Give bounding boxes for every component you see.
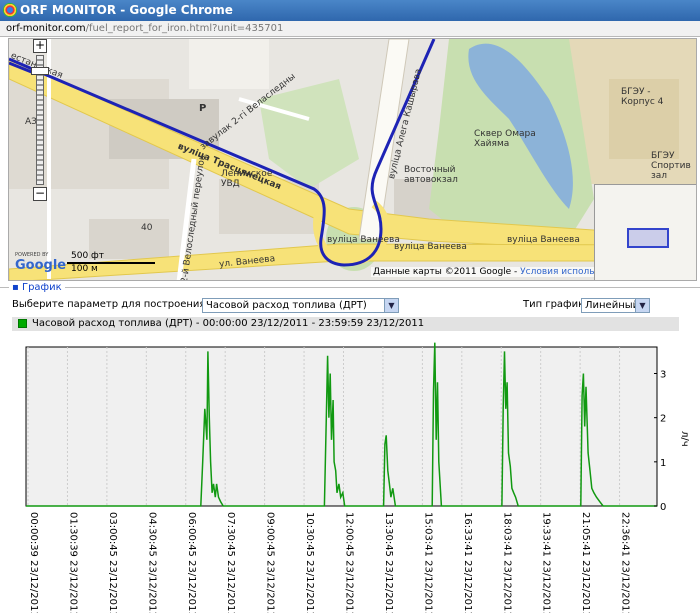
x-tick-label: 16:33:41 23/12/2011: [462, 512, 473, 613]
chrome-icon: [3, 3, 17, 17]
x-tick-label: 18:03:41 23/12/2011: [501, 512, 512, 613]
y-axis-label: л/ч: [679, 431, 690, 447]
map-label-vaneeva-4: вуліца Ванеева: [507, 235, 580, 245]
x-tick-label: 03:00:45 23/12/2011: [107, 512, 118, 613]
map-label-vaneeva-2: вуліца Ванеева: [327, 235, 400, 245]
param-select-value: Часовой расход топлива (ДРТ): [206, 300, 367, 311]
map[interactable]: вуліца Трасцянецкая естанецкая ул. Ванее…: [8, 38, 697, 281]
x-tick-label: 07:30:45 23/12/2011: [225, 512, 236, 613]
x-tick-label: 15:03:41 23/12/2011: [422, 512, 433, 613]
chevron-down-icon[interactable]: ▼: [384, 299, 398, 312]
plot-area: [25, 346, 658, 507]
fuel-chart: 0 1 2 3 л/ч 00:00:39 23/12/2011 01:30:39 23/…: [25, 342, 690, 613]
scale-m: 100 м: [71, 264, 98, 274]
google-logo: POWERED BY Google: [15, 252, 66, 273]
x-tick-label: 01:30:39 23/12/2011: [67, 512, 78, 613]
zoom-thumb[interactable]: [31, 67, 49, 75]
y-tick-label: 3: [660, 370, 666, 381]
map-label-bgeu4: БГЭУ - Корпус 4: [621, 87, 664, 107]
zoom-control: + −: [31, 39, 49, 244]
param-select[interactable]: Часовой расход топлива (ДРТ) ▼: [202, 298, 399, 313]
map-label-vaneeva-3: вуліца Ванеева: [394, 242, 467, 252]
x-axis: 00:00:39 23/12/2011 01:30:39 23/12/2011 03…: [28, 512, 631, 613]
legend-text: Часовой расход топлива (ДРТ) - 00:00:00 …: [32, 318, 425, 329]
graph-tab[interactable]: ▪ График: [9, 282, 65, 293]
section-divider: [0, 287, 700, 288]
y-tick-label: 2: [660, 414, 666, 425]
scale-ft: 500 фт: [71, 251, 104, 261]
map-label-bgeu-sport: БГЭУ Спортив зал: [651, 151, 691, 181]
chart-type-select[interactable]: Линейный ▼: [581, 298, 650, 313]
x-tick-label: 21:05:41 23/12/2011: [580, 512, 591, 613]
graph-tab-label: График: [21, 282, 62, 293]
map-label-num40: 40: [141, 223, 153, 233]
map-credit-text: Данные карты ©2011 Google -: [373, 267, 521, 277]
x-tick-label: 10:30:45 23/12/2011: [304, 512, 315, 613]
x-tick-label: 13:30:45 23/12/2011: [383, 512, 394, 613]
zoom-out-button[interactable]: −: [33, 187, 47, 201]
window-title: ORF MONITOR - Google Chrome: [20, 3, 233, 17]
address-path: /fuel_report_for_iron.html?unit=435701: [85, 23, 284, 34]
google-text: Google: [15, 258, 67, 273]
overview-map[interactable]: [594, 184, 696, 280]
x-tick-label: 04:30:45 23/12/2011: [146, 512, 157, 613]
legend-swatch: [18, 319, 27, 328]
address-bar[interactable]: orf-monitor.com/fuel_report_for_iron.htm…: [0, 21, 700, 37]
zoom-in-button[interactable]: +: [33, 39, 47, 53]
map-label-avtovokzal: Восточный автовокзал: [404, 165, 458, 185]
map-scale: 500 фт 100 м: [67, 251, 157, 275]
map-label-leninskoe: Ленинское УВД: [221, 169, 273, 189]
address-host: orf-monitor.com: [6, 23, 86, 34]
overview-viewport[interactable]: [627, 228, 669, 248]
window-titlebar: ORF MONITOR - Google Chrome: [0, 0, 700, 21]
chart-legend: Часовой расход топлива (ДРТ) - 00:00:00 …: [12, 317, 679, 331]
x-tick-label: 19:33:41 23/12/2011: [541, 512, 552, 613]
map-label-skver: Сквер Омара Хайяма: [474, 129, 536, 149]
x-tick-label: 09:00:45 23/12/2011: [265, 512, 276, 613]
chevron-down-icon[interactable]: ▼: [635, 299, 649, 312]
x-tick-label: 00:00:39 23/12/2011: [28, 512, 39, 613]
y-tick-label: 1: [660, 458, 666, 469]
x-tick-label: 12:00:45 23/12/2011: [344, 512, 355, 613]
x-tick-label: 22:36:41 23/12/2011: [620, 512, 631, 613]
y-tick-label: 0: [660, 502, 666, 513]
x-tick-label: 06:00:45 23/12/2011: [186, 512, 197, 613]
chart-type-value: Линейный: [585, 300, 640, 311]
map-label-parking: P: [199, 103, 207, 114]
